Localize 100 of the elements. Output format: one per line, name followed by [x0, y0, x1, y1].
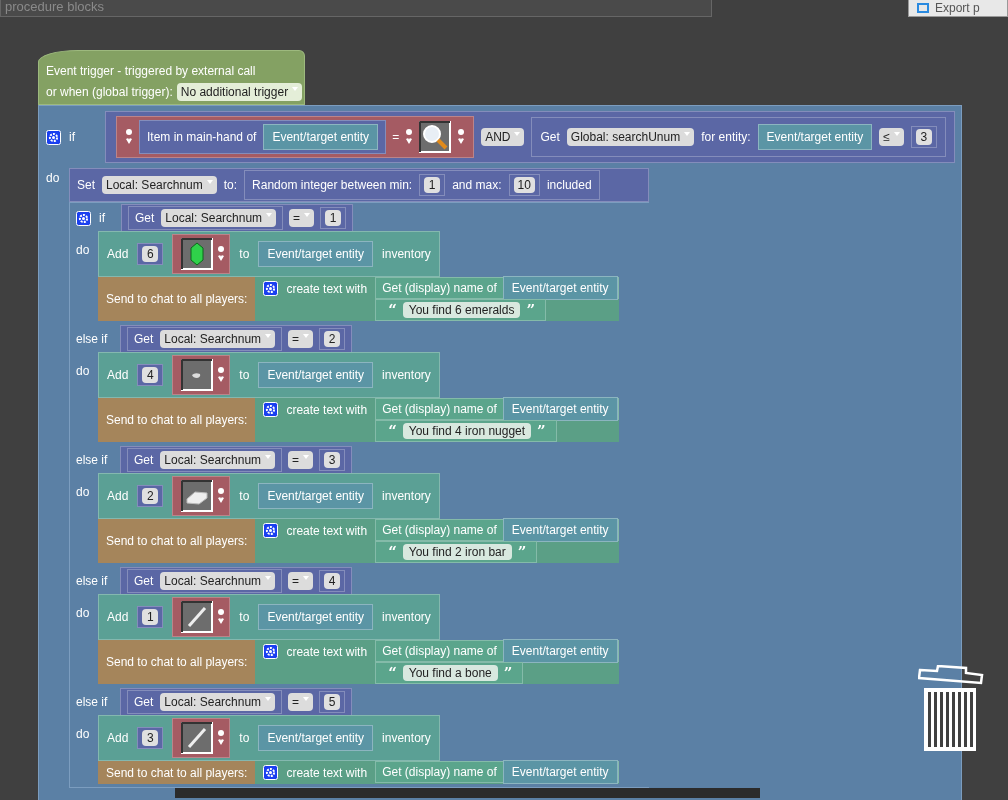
settings-icon[interactable] [263, 644, 279, 659]
add-label: Add [107, 247, 129, 261]
create-text-label: create text with [286, 644, 368, 659]
number-field[interactable]: 3 [324, 452, 341, 468]
skull-heart-icon [405, 128, 414, 146]
display-name-label: Get (display) name of [382, 523, 497, 537]
if-keyword: if [69, 130, 76, 144]
if-keyword: if [99, 211, 106, 225]
number-field[interactable]: 1 [142, 609, 159, 625]
entity-block: Event/target entity [258, 604, 374, 630]
number-field[interactable]: 4 [142, 367, 159, 383]
entity-block: Event/target entity [258, 362, 374, 388]
to-label: to [239, 489, 250, 503]
inventory-label: inventory [382, 731, 431, 745]
operator-dropdown[interactable]: ≤ [879, 128, 904, 146]
open-quote: “ [388, 545, 397, 559]
skull-heart-icon [217, 608, 226, 626]
if-keyword: else if [76, 695, 109, 709]
add-label: Add [107, 368, 129, 382]
emerald-icon[interactable] [181, 238, 214, 270]
number-field[interactable]: 3 [142, 730, 159, 746]
entity-block: Event/target entity [757, 124, 873, 150]
if-keyword: else if [76, 453, 109, 467]
export-button[interactable]: Export p [908, 0, 1008, 17]
settings-icon[interactable] [46, 129, 61, 145]
display-name-label: Get (display) name of [382, 281, 497, 295]
open-quote: “ [388, 666, 397, 680]
variable-dropdown[interactable]: Local: Searchnum [160, 330, 276, 348]
inventory-label: inventory [382, 247, 431, 261]
variable-dropdown[interactable]: Local: Searchnum [102, 176, 217, 194]
settings-icon[interactable] [263, 765, 279, 780]
entity-block: Event/target entity [263, 124, 379, 150]
skull-heart-icon [125, 128, 133, 146]
operator-dropdown[interactable]: = [289, 209, 315, 227]
close-quote: ” [503, 666, 513, 680]
logic-dropdown[interactable]: AND [481, 128, 525, 146]
variable-dropdown[interactable]: Local: Searchnum [160, 451, 276, 469]
number-field[interactable]: 2 [324, 331, 341, 347]
entity-block: Event/target entity [502, 397, 618, 421]
operator-dropdown[interactable]: = [288, 693, 314, 711]
magnifier-icon[interactable] [419, 121, 452, 153]
trigger-title: Event trigger - triggered by external call [46, 63, 256, 78]
settings-icon[interactable] [263, 281, 279, 296]
number-field[interactable]: 1 [424, 177, 441, 193]
add-label: Add [107, 731, 129, 745]
skull-heart-icon [457, 128, 466, 146]
settings-icon[interactable] [263, 523, 279, 538]
variable-dropdown[interactable]: Global: searchUnum [566, 128, 695, 146]
document-icon [917, 3, 929, 13]
number-field[interactable]: 10 [513, 177, 535, 193]
skull-heart-icon [217, 245, 226, 263]
add-label: Add [107, 489, 129, 503]
get-label: Get [134, 453, 154, 467]
create-text-label: create text with [286, 523, 368, 538]
entity-block: Event/target entity [258, 241, 374, 267]
variable-dropdown[interactable]: Local: Searchnum [161, 209, 277, 227]
number-field[interactable]: 5 [324, 694, 341, 710]
text-field[interactable]: You find 6 emeralds [402, 302, 521, 318]
number-field[interactable]: 1 [325, 210, 342, 226]
trigger-dropdown[interactable]: No additional trigger [176, 82, 303, 101]
create-text-label: create text with [286, 281, 368, 296]
if-keyword: else if [76, 332, 109, 346]
operator-dropdown[interactable]: = [288, 330, 314, 348]
horizontal-scrollbar[interactable] [175, 788, 760, 798]
included-label: included [546, 178, 592, 192]
number-field[interactable]: 3 [915, 129, 932, 145]
close-quote: ” [526, 303, 536, 317]
set-label: Set [77, 178, 95, 192]
operator-dropdown[interactable]: = [288, 572, 314, 590]
variable-dropdown[interactable]: Local: Searchnum [160, 693, 276, 711]
equals-sign: = [392, 130, 400, 144]
number-field[interactable]: 4 [324, 573, 341, 589]
text-field[interactable]: You find 4 iron nugget [402, 423, 532, 439]
text-field[interactable]: You find 2 iron bar [402, 544, 512, 560]
display-name-label: Get (display) name of [382, 765, 497, 779]
text-field[interactable]: You find a bone [402, 665, 498, 681]
get-label: Get [134, 574, 154, 588]
item-in-hand-label: Item in main-hand of [147, 130, 257, 144]
to-label: to [239, 610, 250, 624]
do-keyword: do [76, 363, 91, 378]
variable-dropdown[interactable]: Local: Searchnum [160, 572, 276, 590]
trash-icon[interactable] [918, 665, 984, 753]
send-chat-label: Send to chat to all players: [105, 533, 249, 550]
inventory-label: inventory [382, 368, 431, 382]
send-chat-label: Send to chat to all players: [105, 654, 249, 671]
display-name-label: Get (display) name of [382, 644, 497, 658]
settings-icon[interactable] [76, 210, 91, 226]
operator-dropdown[interactable]: = [288, 451, 314, 469]
number-field[interactable]: 6 [142, 246, 159, 262]
nugget-icon[interactable] [181, 359, 214, 391]
open-quote: “ [388, 424, 397, 438]
bone-icon[interactable] [181, 722, 214, 754]
do-keyword: do [76, 605, 91, 620]
entity-block: Event/target entity [258, 483, 374, 509]
if-keyword: else if [76, 574, 109, 588]
number-field[interactable]: 2 [142, 488, 159, 504]
bone-icon[interactable] [181, 601, 214, 633]
entity-block: Event/target entity [502, 639, 618, 663]
ingot-icon[interactable] [181, 480, 214, 512]
settings-icon[interactable] [263, 402, 279, 417]
